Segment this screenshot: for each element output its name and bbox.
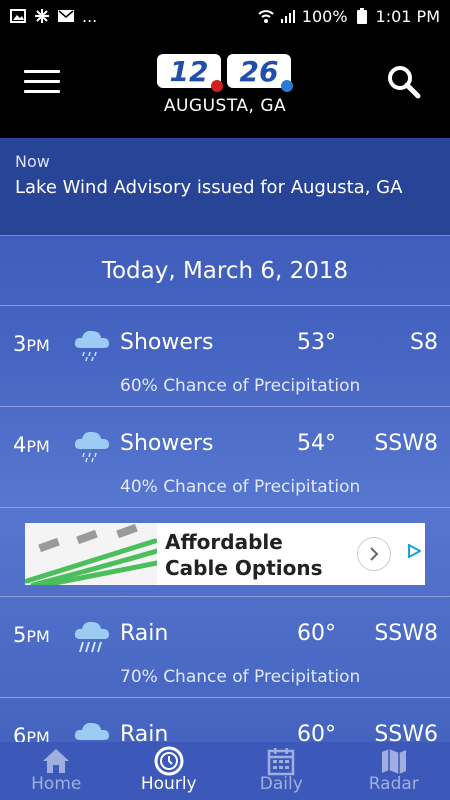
hourly-forecast-list[interactable]: Now Lake Wind Advisory issued for August…: [0, 138, 450, 742]
nav-label: Radar: [368, 774, 419, 794]
calendar-icon: [266, 746, 296, 776]
logo-left-number: 12: [170, 55, 209, 88]
nav-daily[interactable]: Daily: [225, 742, 338, 800]
search-icon: [388, 66, 421, 99]
temperature: 60°: [297, 621, 336, 646]
nav-hourly[interactable]: Hourly: [113, 742, 226, 800]
status-bar: ... 100% 1:01 PM: [0, 0, 450, 32]
temperature: 53°: [297, 330, 336, 355]
rain-icon: [72, 617, 112, 655]
nav-label: Home: [31, 774, 82, 794]
ad-title: Affordable Cable Options: [165, 530, 323, 580]
hour-time: 3PM: [13, 332, 50, 356]
alert-time-label: Now: [15, 152, 50, 171]
location-label: AUGUSTA, GA: [163, 96, 287, 116]
nav-label: Daily: [259, 774, 303, 794]
alert-message: Lake Wind Advisory issued for Augusta, G…: [15, 177, 403, 198]
showers-icon: [72, 427, 112, 465]
condition-text: Rain: [120, 722, 169, 742]
clock-time: 1:01 PM: [375, 6, 440, 26]
snowflake-icon: [34, 8, 50, 24]
battery-icon: [354, 8, 370, 24]
mail-icon: [58, 8, 74, 24]
search-button[interactable]: [386, 64, 422, 100]
ad-container: Affordable Cable Options: [0, 508, 450, 597]
more-notifications-text: ...: [82, 6, 98, 26]
precipitation-chance: 70% Chance of Precipitation: [120, 667, 361, 687]
condition-text: Showers: [120, 431, 214, 456]
weather-alert[interactable]: Now Lake Wind Advisory issued for August…: [0, 138, 450, 236]
condition-text: Rain: [120, 621, 169, 646]
bottom-navigation: Home Hourly Daily Radar: [0, 742, 450, 800]
hamburger-icon: [24, 70, 60, 73]
chevron-right-icon: [370, 547, 379, 561]
hour-row[interactable]: 3PM Showers 53° S8 60% Chance of Precipi…: [0, 306, 450, 407]
map-icon: [379, 746, 409, 776]
image-notification-icon: [10, 8, 26, 24]
battery-percent: 100%: [301, 6, 348, 26]
date-header: Today, March 6, 2018: [0, 236, 450, 306]
nav-home[interactable]: Home: [0, 742, 113, 800]
hour-row[interactable]: 5PM Rain 60° SSW8 70% Chance of Precipit…: [0, 597, 450, 698]
condition-text: Showers: [120, 330, 214, 355]
hour-row[interactable]: 6PM Rain 60° SSW6: [0, 698, 450, 742]
nav-label: Hourly: [140, 774, 197, 794]
wind: S8: [410, 330, 438, 355]
temperature: 60°: [297, 722, 336, 742]
station-logo: 12 26: [155, 48, 295, 98]
hour-time: 5PM: [13, 623, 50, 647]
precipitation-chance: 40% Chance of Precipitation: [120, 477, 361, 497]
temperature: 54°: [297, 431, 336, 456]
ad-banner[interactable]: Affordable Cable Options: [24, 523, 425, 588]
ad-image: [24, 523, 160, 588]
rain-icon: [72, 718, 112, 742]
logo-right-number: 26: [240, 55, 279, 88]
clock-icon: [154, 746, 184, 776]
ad-open-button[interactable]: [357, 537, 391, 571]
nav-radar[interactable]: Radar: [338, 742, 450, 800]
hour-time: 4PM: [13, 433, 50, 457]
menu-button[interactable]: [24, 70, 60, 98]
precipitation-chance: 60% Chance of Precipitation: [120, 376, 361, 396]
hour-row[interactable]: 4PM Showers 54° SSW8 40% Chance of Preci…: [0, 407, 450, 508]
showers-icon: [72, 326, 112, 364]
app-header: 12 26 AUGUSTA, GA: [0, 32, 450, 138]
hour-time: 6PM: [13, 724, 50, 742]
signal-icon: [280, 8, 296, 24]
wind: SSW6: [374, 722, 438, 742]
wind: SSW8: [374, 431, 438, 456]
ad-choices-icon[interactable]: [407, 543, 423, 562]
wind: SSW8: [374, 621, 438, 646]
wifi-icon: [258, 8, 274, 24]
home-icon: [41, 746, 71, 776]
